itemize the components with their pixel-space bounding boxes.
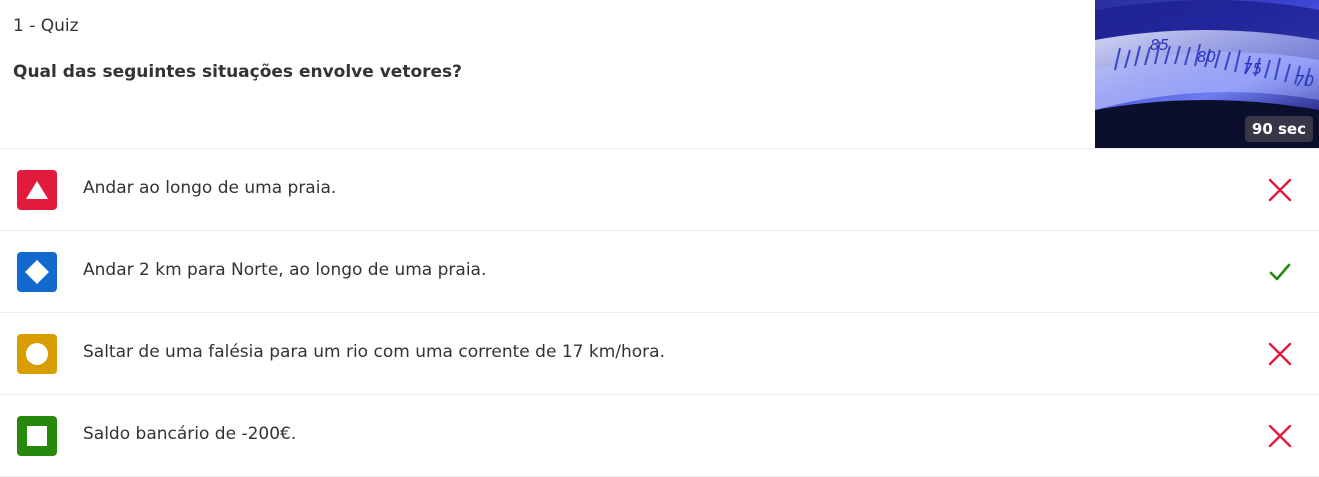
incorrect-icon — [1268, 178, 1292, 202]
answer-text: Andar 2 km para Norte, ao longo de uma p… — [83, 260, 487, 280]
answer-options: Andar ao longo de uma praia. Andar 2 km … — [0, 149, 1319, 477]
question-text: Qual das seguintes situações envolve vet… — [13, 62, 463, 82]
incorrect-icon — [1268, 342, 1292, 366]
triangle-icon — [26, 181, 48, 199]
quiz-label: 1 - Quiz — [13, 16, 79, 36]
scale-number: 70 — [1295, 72, 1314, 90]
scale-number: 80 — [1197, 48, 1216, 66]
question-header: 1 - Quiz Qual das seguintes situações en… — [0, 0, 1319, 149]
answer-text: Saltar de uma falésia para um rio com um… — [83, 342, 665, 362]
question-image[interactable]: 85 80 75 70 90 sec — [1095, 0, 1319, 148]
answer-text: Saldo bancário de -200€. — [83, 424, 297, 444]
answer-shape-badge — [17, 334, 57, 374]
answer-option: Andar ao longo de uma praia. — [0, 149, 1319, 231]
diamond-icon — [25, 260, 49, 284]
quiz-card: 1 - Quiz Qual das seguintes situações en… — [0, 0, 1319, 477]
timer-badge: 90 sec — [1244, 116, 1313, 142]
answer-option: Andar 2 km para Norte, ao longo de uma p… — [0, 231, 1319, 313]
answer-shape-badge — [17, 252, 57, 292]
scale-number: 75 — [1243, 60, 1262, 78]
answer-text: Andar ao longo de uma praia. — [83, 178, 337, 198]
circle-icon — [26, 343, 48, 365]
square-icon — [27, 426, 47, 446]
answer-shape-badge — [17, 416, 57, 456]
answer-option: Saltar de uma falésia para um rio com um… — [0, 313, 1319, 395]
incorrect-icon — [1268, 424, 1292, 448]
checkmark-icon — [1269, 263, 1291, 281]
answer-option: Saldo bancário de -200€. — [0, 395, 1319, 477]
answer-shape-badge — [17, 170, 57, 210]
scale-number: 85 — [1150, 36, 1169, 54]
